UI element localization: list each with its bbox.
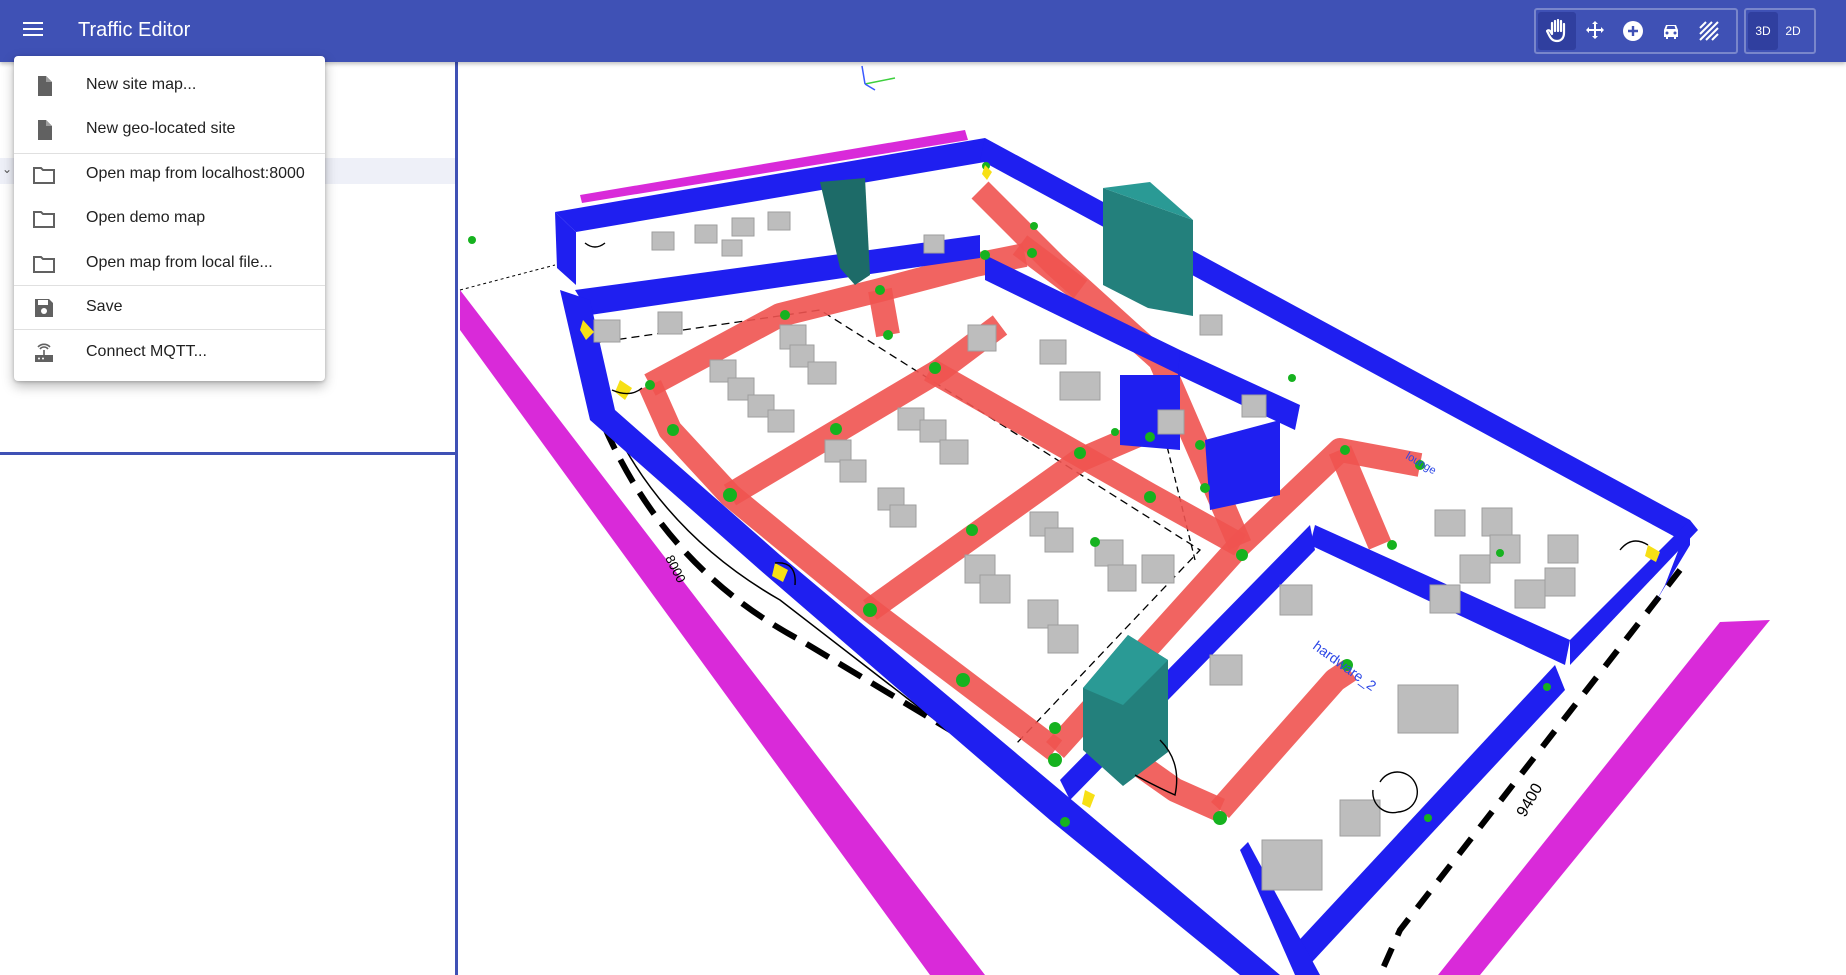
view-2d-button[interactable]: 2D bbox=[1778, 12, 1808, 50]
car-icon[interactable] bbox=[1652, 12, 1690, 50]
view-mode-group: 3D 2D bbox=[1744, 8, 1816, 54]
move-arrows-icon[interactable] bbox=[1576, 12, 1614, 50]
router-icon bbox=[35, 343, 53, 362]
menu-item-open-local-file[interactable]: Open map from local file... bbox=[14, 241, 325, 285]
menu-item-label: Open map from localhost:8000 bbox=[86, 165, 305, 182]
menu-item-label: New geo-located site bbox=[86, 120, 236, 137]
hand-icon[interactable] bbox=[1538, 12, 1576, 50]
menu-item-label: New site map... bbox=[86, 76, 197, 93]
menu-item-label: Save bbox=[86, 298, 123, 315]
app-title: Traffic Editor bbox=[78, 19, 191, 41]
menu-item-new-site-map[interactable]: New site map... bbox=[14, 63, 325, 107]
tool-group bbox=[1534, 8, 1738, 54]
file-icon bbox=[38, 120, 52, 140]
map-scene[interactable]: hardware_2 lounge 8000 9400 bbox=[458, 62, 1846, 975]
menu-item-open-localhost[interactable]: Open map from localhost:8000 bbox=[14, 152, 325, 196]
axes-gizmo bbox=[861, 65, 896, 91]
add-circle-icon[interactable] bbox=[1614, 12, 1652, 50]
menu-item-save[interactable]: Save bbox=[14, 285, 325, 329]
map-viewport[interactable]: hardware_2 lounge 8000 9400 bbox=[458, 62, 1846, 975]
chevron-down-icon[interactable]: ⌄ bbox=[2, 162, 12, 176]
view-3d-button[interactable]: 3D bbox=[1748, 12, 1778, 50]
menu-item-label: Open demo map bbox=[86, 209, 206, 226]
hatch-icon[interactable] bbox=[1690, 12, 1728, 50]
file-icon bbox=[38, 76, 52, 96]
folder-icon bbox=[33, 211, 55, 228]
menu-item-connect-mqtt[interactable]: Connect MQTT... bbox=[14, 330, 325, 374]
label-dim-right: 9400 bbox=[1514, 781, 1547, 820]
menu-item-open-demo[interactable]: Open demo map bbox=[14, 196, 325, 240]
menu-item-label: Connect MQTT... bbox=[86, 343, 207, 360]
menu-item-new-geo-site[interactable]: New geo-located site bbox=[14, 107, 325, 151]
file-menu: New site map... New geo-located site Ope… bbox=[14, 56, 325, 381]
folder-icon bbox=[33, 256, 55, 273]
menu-icon[interactable] bbox=[20, 19, 46, 43]
menu-item-label: Open map from local file... bbox=[86, 254, 273, 271]
folder-icon bbox=[33, 167, 55, 184]
app-bar: Traffic Editor 3D 2D bbox=[0, 0, 1846, 62]
save-icon bbox=[35, 299, 53, 317]
panel-divider[interactable] bbox=[0, 452, 455, 455]
